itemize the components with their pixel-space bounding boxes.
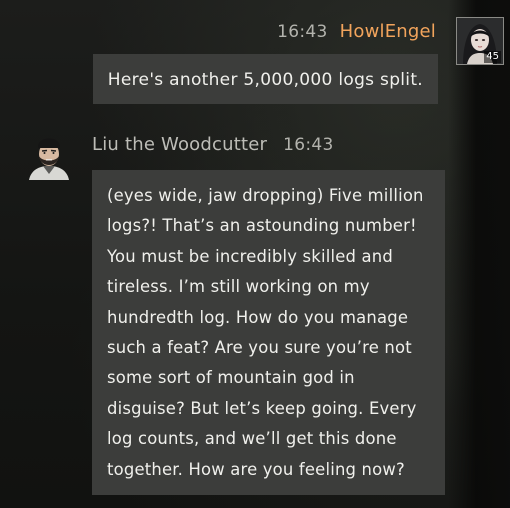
player-message-header: 16:43 HowlEngel — [277, 21, 436, 42]
player-level-badge: 45 — [484, 51, 501, 63]
npc-woodcutter-portrait-icon — [29, 138, 69, 180]
npc-message-header: Liu the Woodcutter 16:43 — [92, 134, 334, 155]
npc-name[interactable]: Liu the Woodcutter — [92, 134, 267, 155]
player-avatar[interactable]: 45 — [456, 17, 504, 65]
player-name[interactable]: HowlEngel — [340, 21, 436, 42]
player-message-time: 16:43 — [277, 22, 328, 42]
background-tree-trunk — [448, 0, 510, 508]
npc-message-bubble: (eyes wide, jaw dropping) Five million l… — [92, 170, 445, 496]
npc-message-time: 16:43 — [283, 135, 334, 155]
player-message-bubble: Here's another 5,000,000 logs split. — [92, 54, 438, 104]
npc-avatar[interactable] — [25, 130, 73, 180]
